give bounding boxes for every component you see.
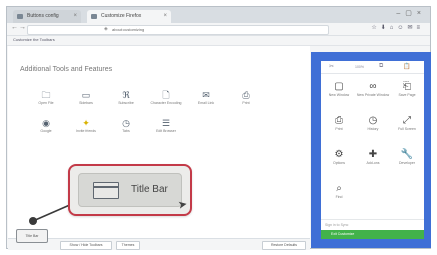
title-bar-button-zoomed: Title Bar ➤ (78, 173, 188, 212)
title-bar-callout: Title Bar ➤ (68, 164, 192, 216)
title-bar-label: Title Bar (131, 184, 168, 195)
callout-pointer-dot (29, 217, 37, 225)
callout-pointer-line (32, 203, 73, 222)
title-bar-icon (93, 182, 119, 199)
mouse-cursor-icon: ➤ (177, 198, 189, 212)
